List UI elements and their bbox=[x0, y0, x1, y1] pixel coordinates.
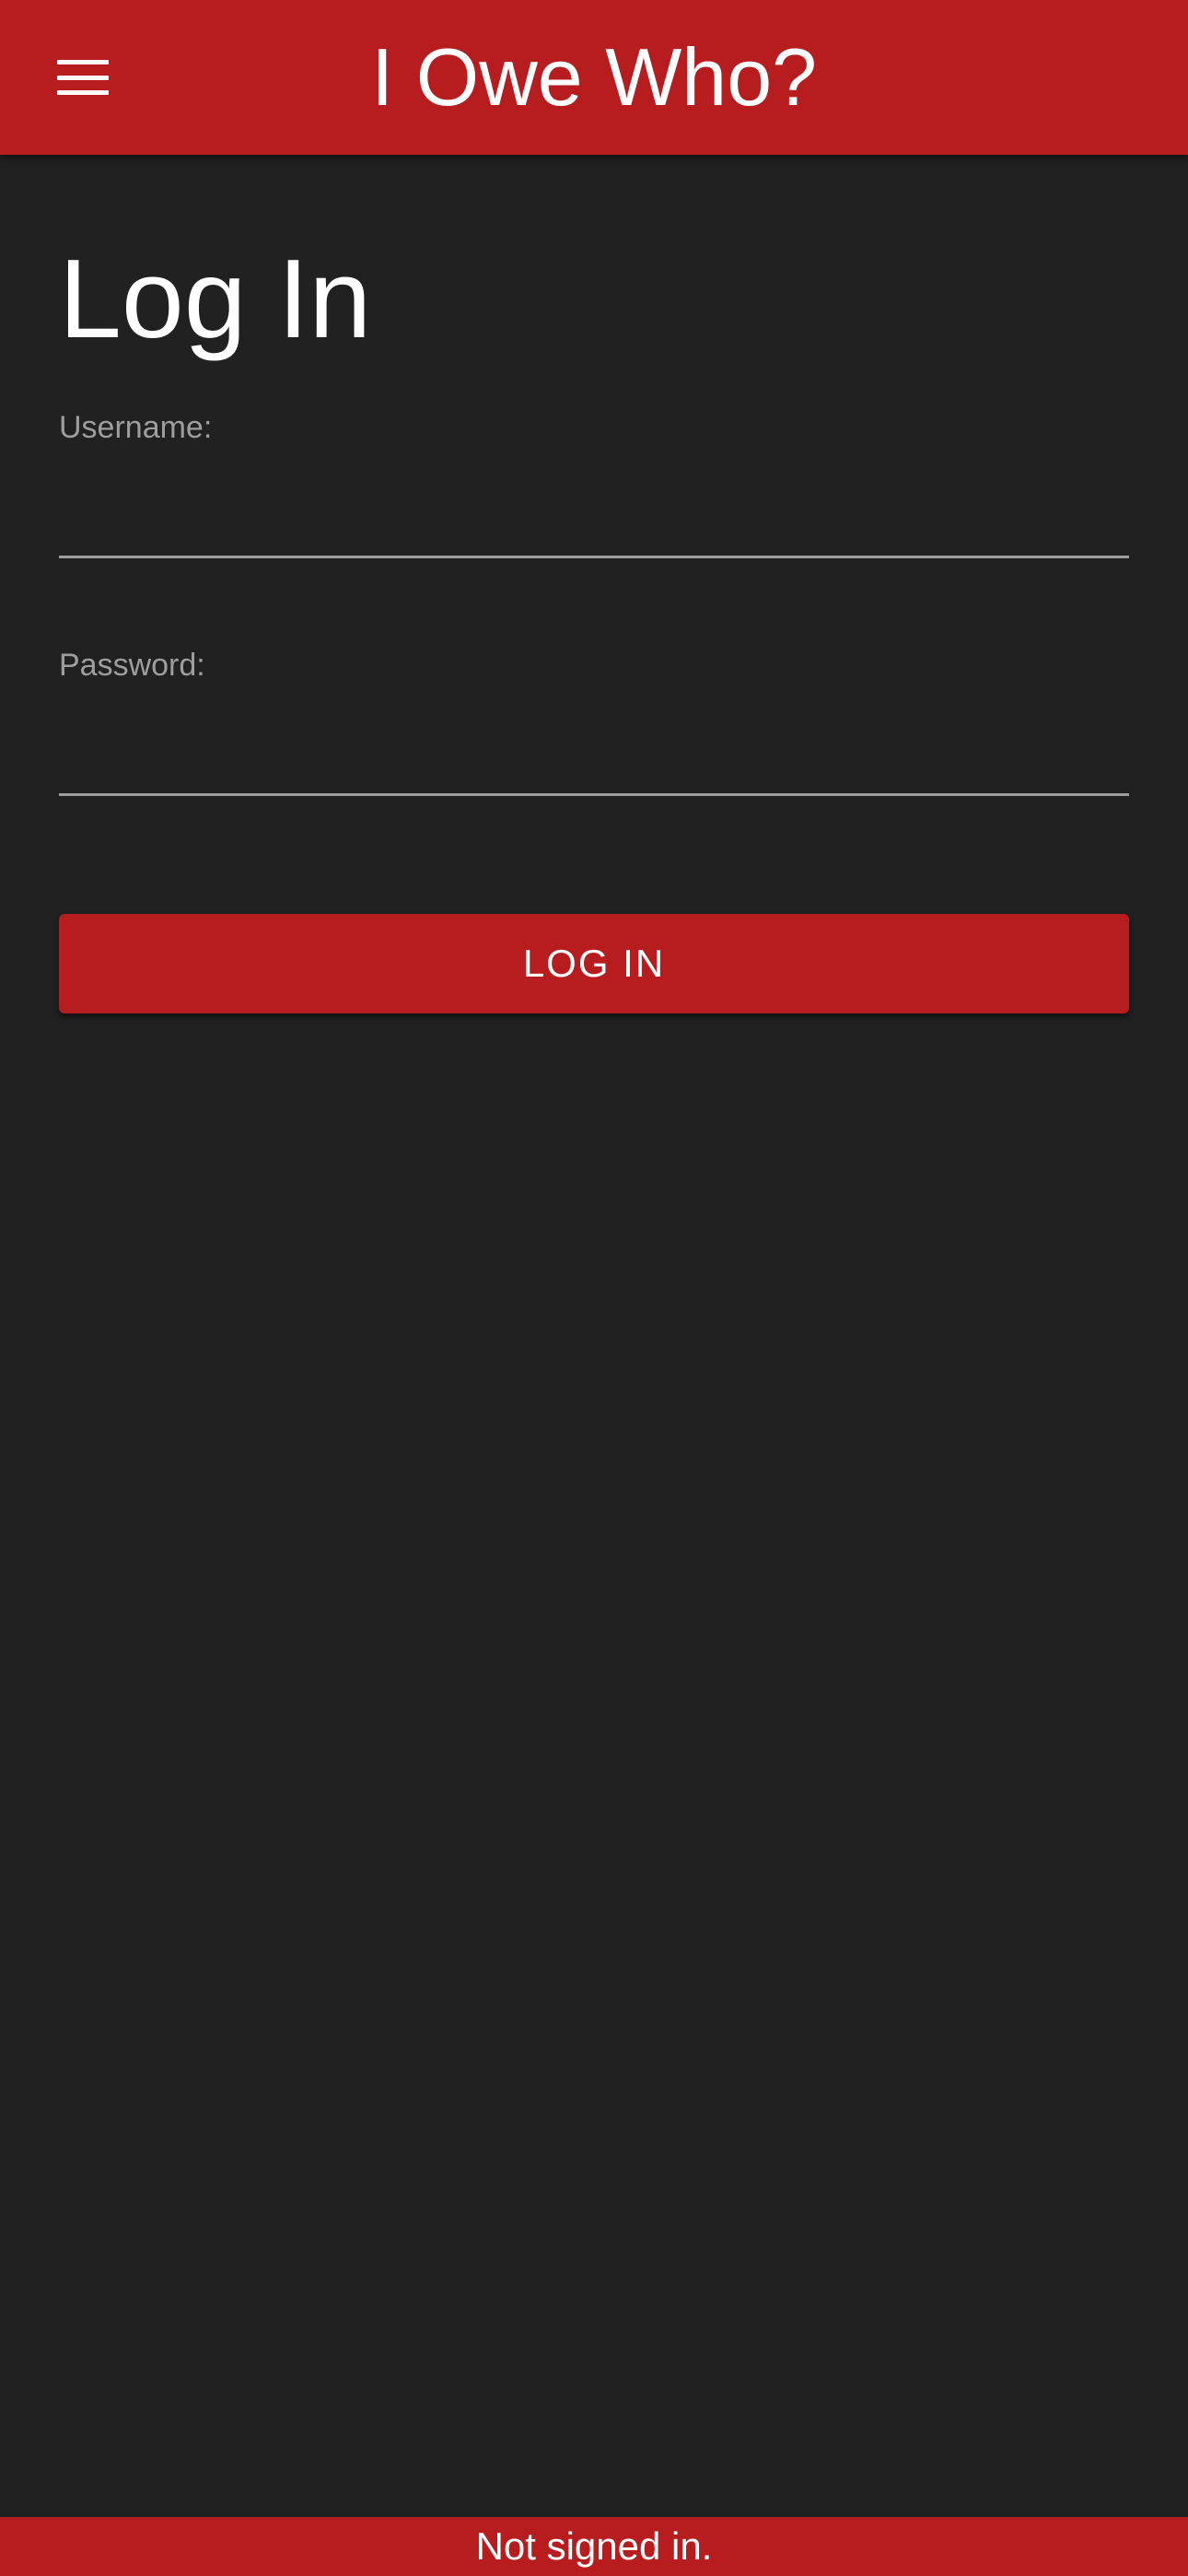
hamburger-menu-icon bbox=[57, 60, 109, 95]
username-label: Username: bbox=[59, 410, 213, 445]
username-input[interactable] bbox=[59, 474, 1129, 558]
sign-in-status-text: Not signed in. bbox=[475, 2524, 713, 2568]
app-root: I Owe Who? Log In Username: Password: LO… bbox=[0, 0, 1188, 2576]
password-input[interactable] bbox=[59, 711, 1129, 796]
menu-icon-line bbox=[57, 75, 109, 80]
username-field: Username: bbox=[59, 409, 1129, 558]
login-button[interactable]: LOG IN bbox=[59, 914, 1129, 1013]
top-app-bar: I Owe Who? bbox=[0, 0, 1188, 155]
page-title: Log In bbox=[59, 236, 372, 361]
menu-icon-line bbox=[57, 60, 109, 64]
password-field: Password: bbox=[59, 647, 1129, 796]
app-title: I Owe Who? bbox=[370, 31, 818, 123]
menu-button[interactable] bbox=[44, 42, 122, 112]
menu-icon-line bbox=[57, 90, 109, 95]
status-bar: Not signed in. bbox=[0, 2517, 1188, 2576]
password-label: Password: bbox=[59, 648, 205, 683]
